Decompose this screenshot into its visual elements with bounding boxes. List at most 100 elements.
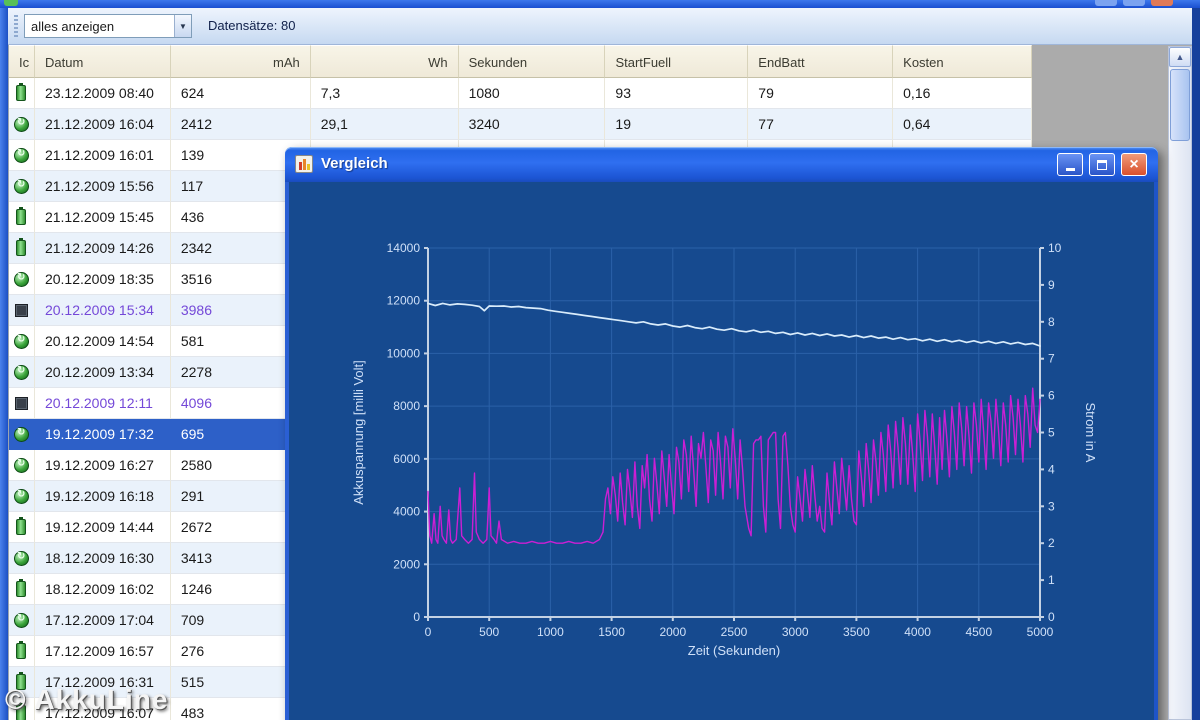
- y-right-tick-label: 9: [1048, 278, 1055, 292]
- cell-datum: 17.12.2009 16:57: [34, 636, 171, 667]
- cycle-icon: [13, 178, 29, 194]
- x-tick-label: 500: [479, 625, 499, 639]
- table-scrollbar[interactable]: ▲: [1168, 46, 1192, 720]
- battery-icon: [16, 517, 27, 535]
- cell-mah: 2412: [170, 109, 311, 140]
- cell-datum: 19.12.2009 16:27: [34, 450, 171, 481]
- cycle-icon: [13, 147, 29, 163]
- y-right-tick-label: 1: [1048, 573, 1055, 587]
- filter-combobox[interactable]: alles anzeigen ▼: [24, 14, 192, 38]
- cell-kosten: 0,64: [893, 109, 1032, 140]
- scrollbar-up-button[interactable]: ▲: [1169, 47, 1191, 67]
- x-tick-label: 0: [425, 625, 432, 639]
- toolbar: alles anzeigen ▼ Datensätze: 80: [8, 8, 1192, 45]
- combo-dropdown-button[interactable]: ▼: [174, 15, 191, 37]
- minimize-icon: [1065, 168, 1075, 171]
- toolbar-grip[interactable]: [14, 15, 18, 38]
- cycle-icon: [13, 364, 29, 380]
- y-left-tick-label: 14000: [387, 241, 421, 255]
- cell-icon: [9, 450, 35, 481]
- cycle-icon: [13, 116, 29, 132]
- y-left-tick-label: 10000: [387, 346, 421, 360]
- cell-datum: 19.12.2009 16:18: [34, 481, 171, 512]
- vergleich-title: Vergleich: [321, 155, 388, 172]
- vergleich-titlebar[interactable]: Vergleich ×: [285, 147, 1158, 182]
- minimize-button[interactable]: [1057, 153, 1083, 176]
- main-window-left-border: [0, 8, 8, 720]
- cell-datum: 20.12.2009 15:34: [34, 295, 171, 326]
- y-right-tick-label: 6: [1048, 389, 1055, 403]
- maximize-icon: [1097, 159, 1107, 170]
- main-window-titlebar[interactable]: [0, 0, 1200, 8]
- cell-datum: 20.12.2009 13:34: [34, 357, 171, 388]
- cell-icon: [9, 140, 35, 171]
- cell-startfuell: 19: [605, 109, 749, 140]
- cell-datum: 17.12.2009 17:04: [34, 605, 171, 636]
- x-tick-label: 3000: [782, 625, 809, 639]
- cell-icon: [9, 233, 35, 264]
- cell-datum: 20.12.2009 12:11: [34, 388, 171, 419]
- cell-datum: 21.12.2009 14:26: [34, 233, 171, 264]
- cell-icon: [9, 543, 35, 574]
- x-tick-label: 4500: [965, 625, 992, 639]
- table-row[interactable]: 23.12.2009 08:40 624 7,3 1080 93 79 0,16: [9, 78, 1032, 109]
- main-window-right-border: [1192, 8, 1200, 720]
- maximize-button-fragment[interactable]: [1123, 0, 1145, 6]
- y-left-tick-label: 4000: [393, 505, 420, 519]
- cell-icon: [9, 388, 35, 419]
- cycle-icon: [13, 426, 29, 442]
- x-tick-label: 3500: [843, 625, 870, 639]
- cell-wh: 7,3: [310, 78, 459, 109]
- x-tick-label: 2500: [721, 625, 748, 639]
- scroll-up-icon: ▲: [1175, 52, 1185, 62]
- column-header-kosten[interactable]: Kosten: [893, 45, 1032, 78]
- cell-icon: [9, 78, 35, 109]
- minimize-button-fragment[interactable]: [1095, 0, 1117, 6]
- cell-kosten: 0,16: [893, 78, 1032, 109]
- scrollbar-thumb[interactable]: [1170, 69, 1190, 141]
- cell-datum: 23.12.2009 08:40: [34, 78, 171, 109]
- column-header-sekunden[interactable]: Sekunden: [458, 45, 606, 78]
- watermark: © AkkuLine: [5, 684, 169, 715]
- close-button-fragment[interactable]: [1151, 0, 1173, 6]
- y-axis-left-title: Akkuspannung [milli Volt]: [351, 360, 366, 505]
- cell-icon: [9, 264, 35, 295]
- x-tick-label: 5000: [1027, 625, 1054, 639]
- column-header-datum[interactable]: Datum: [35, 45, 171, 78]
- cell-icon: [9, 419, 35, 450]
- cell-icon: [9, 202, 35, 233]
- close-button[interactable]: ×: [1121, 153, 1147, 176]
- cell-icon: [9, 481, 35, 512]
- y-left-tick-label: 0: [413, 610, 420, 624]
- records-count-label: Datensätze: 80: [208, 18, 296, 33]
- vergleich-chart: 0200040006000800010000120001400001234567…: [351, 241, 1098, 658]
- column-header-mah[interactable]: mAh: [170, 45, 311, 78]
- y-right-tick-label: 4: [1048, 462, 1055, 476]
- cell-icon: [9, 636, 35, 667]
- column-header-ic[interactable]: Ic: [9, 45, 35, 78]
- y-right-tick-label: 3: [1048, 499, 1055, 513]
- x-tick-label: 4000: [904, 625, 931, 639]
- app-screen: alles anzeigen ▼ Datensätze: 80 Ic Datum m…: [0, 0, 1200, 720]
- maximize-button[interactable]: [1089, 153, 1115, 176]
- cell-datum: 20.12.2009 18:35: [34, 264, 171, 295]
- cycle-icon: [13, 488, 29, 504]
- app-icon: [4, 0, 18, 6]
- y-right-tick-label: 5: [1048, 426, 1055, 440]
- battery-icon: [16, 83, 27, 101]
- cell-datum: 21.12.2009 15:45: [34, 202, 171, 233]
- y-right-tick-label: 2: [1048, 536, 1055, 550]
- column-header-startfuell[interactable]: StartFuell: [605, 45, 749, 78]
- cell-datum: 19.12.2009 17:32: [34, 419, 171, 450]
- battery-icon: [16, 238, 27, 256]
- column-header-wh[interactable]: Wh: [310, 45, 459, 78]
- column-header-endbatt[interactable]: EndBatt: [748, 45, 894, 78]
- y-left-tick-label: 12000: [387, 294, 421, 308]
- table-row[interactable]: 21.12.2009 16:04241229,1324019770,64: [9, 109, 1032, 140]
- cell-sekunden: 3240: [458, 109, 606, 140]
- y-right-tick-label: 7: [1048, 352, 1055, 366]
- cell-wh: 29,1: [310, 109, 459, 140]
- filter-combobox-value: alles anzeigen: [31, 18, 115, 34]
- cell-icon: [9, 326, 35, 357]
- y-axis-right-title: Strom in A: [1083, 403, 1098, 463]
